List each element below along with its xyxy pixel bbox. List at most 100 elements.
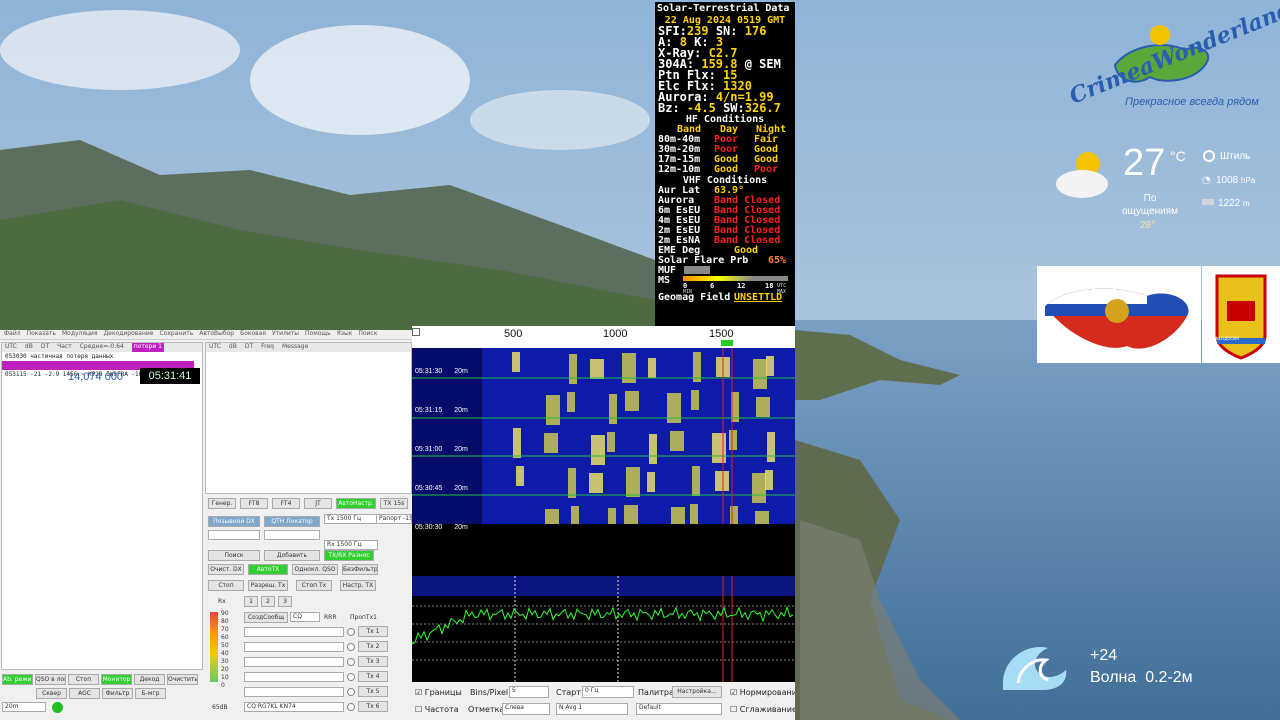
tab-1[interactable]: 1 [244, 596, 258, 607]
tx6-message[interactable]: CQ RG7KL KN74 [244, 702, 344, 712]
start-label: Старт [556, 688, 581, 697]
tx-button[interactable]: Tx 3 [358, 656, 388, 667]
control-button[interactable]: Стоп [68, 674, 99, 685]
band-activity-pane[interactable]: UTC dB DT Част Средне=-0.64 потери 1 053030 ч… [1, 342, 203, 670]
settings-button[interactable]: Настройка... [672, 686, 722, 698]
rx-frequency-pane[interactable]: UTC dB DT Freq Message [205, 342, 412, 494]
menu-item[interactable]: Поиск [358, 330, 377, 339]
clear-dx-button[interactable]: Очист. DX [208, 564, 244, 575]
mode-button[interactable]: Генер. [208, 498, 236, 509]
stop-button[interactable]: Стоп [208, 580, 244, 591]
create-msg-button[interactable]: СоздСообщ [244, 612, 288, 623]
palette-select[interactable]: Default [636, 703, 722, 715]
hf-night: Poor [754, 164, 779, 175]
control-button[interactable]: Ab. режим [2, 674, 33, 685]
txrx-split-button[interactable]: TX/RX Разнос [324, 550, 374, 561]
control-button[interactable]: Декод [134, 674, 165, 685]
menu-item[interactable]: Боковая [240, 330, 266, 339]
control-button[interactable]: Очистить [167, 674, 198, 685]
bins-spinbox[interactable]: 5 [509, 686, 549, 698]
signal-trace [625, 391, 639, 411]
signal-trace [715, 471, 729, 491]
search-button[interactable]: Поиск [208, 550, 260, 561]
ms-row: MS 0 6 12 18 MIN UTC MAX [658, 275, 788, 295]
menu-item[interactable]: Модуляция [62, 330, 98, 339]
hf-row: 12m-10m Good Poor [655, 165, 795, 175]
ref-select[interactable]: Слева [502, 703, 550, 715]
checkbox-icon[interactable] [412, 328, 420, 336]
pressure-value: 1008 hPa [1216, 175, 1256, 186]
menu-bar: Файл Показать Модуляция Декодирование Сохран… [0, 330, 412, 340]
tx-message-field[interactable] [244, 642, 344, 652]
tx-button[interactable]: Tx 5 [358, 686, 388, 697]
timestamp-band: 20m [454, 485, 468, 492]
freq-checkbox[interactable]: ☐ Частота [415, 705, 459, 714]
dx-call-label: Позывной DX [208, 516, 260, 527]
column-header: UTC [5, 343, 17, 350]
start-spinbox[interactable]: 0 Гц [582, 686, 634, 698]
dx-call-input[interactable] [208, 530, 260, 540]
menu-item[interactable]: Показать [27, 330, 56, 339]
control-button[interactable]: Фильтр [102, 688, 133, 699]
tx-button[interactable]: Tx 6 [358, 701, 388, 712]
mode-button[interactable]: FT4 [272, 498, 300, 509]
tx-radio[interactable] [347, 703, 355, 711]
control-button[interactable]: Монитор [101, 674, 132, 685]
tx-radio[interactable] [347, 658, 355, 666]
mode-button[interactable]: TX 15s [380, 498, 408, 509]
control-button[interactable]: Б-мгр [135, 688, 166, 699]
add-button[interactable]: Добавить [264, 550, 320, 561]
control-button[interactable]: QSO в лог [35, 674, 66, 685]
cq-field[interactable]: CQ [290, 612, 320, 622]
menu-item[interactable]: Сохранить [160, 330, 194, 339]
mode-button[interactable]: FT8 [240, 498, 268, 509]
wide-graph-waterfall[interactable]: 500 1000 1500 05:31:30 20m 05:31:15 20m 05:3… [412, 326, 795, 720]
enable-tx-button[interactable]: Разреш. Тх [248, 580, 288, 591]
tx-message-field[interactable] [244, 687, 344, 697]
single-qso-button[interactable]: Однокл. QSO [292, 564, 338, 575]
navg-spinbox[interactable]: N Avg 1 [556, 703, 628, 715]
tab-2[interactable]: 2 [261, 596, 275, 607]
tx-button[interactable]: Tx 4 [358, 671, 388, 682]
temperature: 27 [1123, 142, 1166, 184]
tx-radio[interactable] [347, 688, 355, 696]
timestamp-band: 20m [454, 524, 468, 531]
column-header: dB [24, 343, 33, 350]
tx-freq-field[interactable]: Tx 1500 Гц [324, 514, 378, 524]
tx-radio[interactable] [347, 673, 355, 681]
band-select[interactable]: 20m [2, 702, 46, 712]
tx-button[interactable]: Tx 1 [358, 626, 388, 637]
tx-button[interactable]: Tx 2 [358, 641, 388, 652]
stop-tx-button[interactable]: Стоп Tx [296, 580, 332, 591]
tx-message-field[interactable] [244, 657, 344, 667]
filter-button[interactable]: БезФильтр [342, 564, 378, 575]
signal-trace [591, 435, 605, 465]
tx-radio[interactable] [347, 643, 355, 651]
rx-freq-field[interactable]: Rx 1500 Гц [324, 540, 378, 550]
auto-tx-button[interactable]: АвтоTX [248, 564, 288, 575]
signal-trace [712, 433, 726, 463]
control-button[interactable]: Сквер [36, 688, 67, 699]
temperature-unit: °C [1170, 148, 1186, 164]
smooth-checkbox[interactable]: ☐ Сглаживание [730, 705, 795, 714]
tab-3[interactable]: 3 [278, 596, 292, 607]
tune-button[interactable]: Настр. TX [340, 580, 376, 591]
normalize-checkbox[interactable]: ☑ Нормирование [730, 688, 795, 697]
report-field[interactable]: Рапорт -15 [376, 514, 412, 524]
decode-line[interactable]: 053030 частичная потеря данных [2, 352, 202, 361]
menu-item[interactable]: Утилиты [272, 330, 299, 339]
menu-item[interactable]: Помощь [305, 330, 331, 339]
mode-button[interactable]: АвтоНастр. [336, 498, 376, 509]
tx-message-field[interactable] [244, 672, 344, 682]
menu-item[interactable]: Язык [337, 330, 353, 339]
borders-checkbox[interactable]: ☑ Границы [415, 688, 462, 697]
mode-button[interactable]: JT [304, 498, 332, 509]
dx-grid-input[interactable] [264, 530, 320, 540]
menu-item[interactable]: Файл [4, 330, 21, 339]
tx-message-field[interactable] [244, 627, 344, 637]
tx-radio[interactable] [347, 628, 355, 636]
menu-item[interactable]: Декодирование [104, 330, 154, 339]
control-button[interactable]: AGC [69, 688, 100, 699]
menu-item[interactable]: АвтоВыбор [199, 330, 234, 339]
hf-day: Good [714, 164, 739, 175]
